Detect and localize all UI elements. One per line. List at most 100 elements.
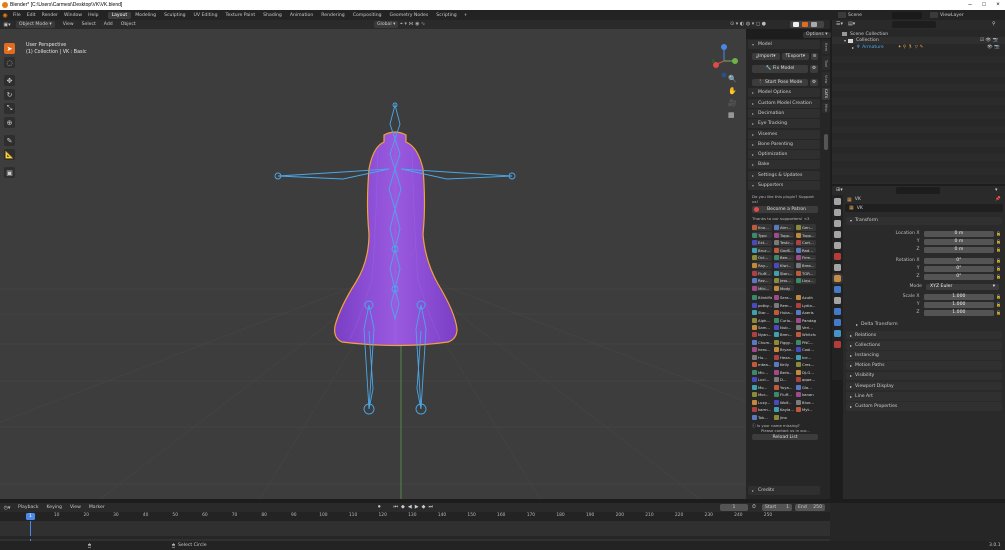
transform-header[interactable]: ▾ Transform: [846, 216, 1002, 226]
pan-hand-icon[interactable]: ✋: [728, 87, 737, 95]
supporter-button[interactable]: DJ-G...: [796, 369, 816, 375]
panel-bake[interactable]: ▸ Bake: [748, 160, 820, 170]
supporter-button[interactable]: Ext...: [752, 239, 772, 246]
workspace-tab-modeling[interactable]: Modeling: [131, 12, 160, 19]
timeline-type-icon[interactable]: ◷▾: [0, 505, 14, 511]
supporter-button[interactable]: kanan: [796, 392, 816, 398]
texture-tab-icon[interactable]: [834, 341, 841, 348]
sidebar-tab-cats[interactable]: CATS: [822, 88, 830, 100]
start-pose-button[interactable]: 🕴 Start Pose Mode: [752, 78, 809, 87]
lock-icon[interactable]: 🔓: [996, 239, 1002, 244]
add-workspace-icon[interactable]: +: [464, 13, 468, 18]
timeline-menu-keying[interactable]: Keying: [43, 505, 66, 510]
supporter-button[interactable]: Kayla...: [774, 407, 794, 413]
modifier-tab-icon[interactable]: [834, 286, 841, 293]
section-relations[interactable]: ▸ Relations: [846, 330, 1002, 340]
supporter-button[interactable]: Glo...: [796, 384, 816, 390]
supporter-button[interactable]: Fluff...: [774, 392, 794, 398]
section-viewport-display[interactable]: ▸ Viewport Display: [846, 381, 1002, 391]
properties-search-input[interactable]: [896, 187, 940, 194]
panel-visemes[interactable]: ▸ Visemes: [748, 129, 820, 139]
supporter-button[interactable]: Typo: [752, 231, 772, 239]
section-visibility[interactable]: ▸ Visibility: [846, 371, 1002, 381]
start-frame-field[interactable]: Start 1: [762, 504, 792, 511]
supporter-button[interactable]: Star...: [752, 309, 772, 316]
location-z-field[interactable]: 0 m: [923, 246, 995, 254]
supporters-panel-header[interactable]: ▾ Supporters: [748, 181, 820, 191]
solid-shading-icon[interactable]: [793, 22, 799, 27]
world-tab-icon[interactable]: [834, 253, 841, 260]
workspace-tab-texture-paint[interactable]: Texture Paint: [222, 12, 260, 19]
viewport-menu-view[interactable]: View: [59, 22, 78, 27]
supporter-button[interactable]: Mody: [774, 285, 794, 292]
outliner-search-input[interactable]: [892, 21, 936, 28]
section-motion-paths[interactable]: ▸ Motion Paths: [846, 361, 1002, 370]
tool-tab-icon[interactable]: [834, 198, 841, 205]
scene-search-input[interactable]: [892, 11, 922, 19]
outliner-funnel-icon[interactable]: ⚲: [992, 21, 996, 27]
playhead-frame-indicator[interactable]: 1: [26, 512, 35, 520]
viewport-menu-select[interactable]: Select: [78, 22, 100, 27]
panel-settings-updates[interactable]: ▸ Settings & Updates: [748, 170, 820, 180]
supporter-button[interactable]: Cart...: [796, 239, 816, 246]
scale-x-field[interactable]: 1.000: [923, 293, 995, 301]
model-menu-icon[interactable]: ≡: [811, 52, 819, 61]
viewport-menu-add[interactable]: Add: [100, 22, 117, 27]
section-collections[interactable]: ▸ Collections: [846, 341, 1002, 350]
close-icon[interactable]: ×: [991, 0, 1005, 10]
viewport-menu-object[interactable]: Object: [117, 22, 140, 27]
panel-optimization[interactable]: ▸ Optimization: [748, 150, 820, 160]
output-tab-icon[interactable]: [834, 220, 841, 227]
editor-type-icon[interactable]: ▣▾: [0, 22, 14, 28]
supporter-button[interactable]: Mo...: [752, 384, 772, 390]
supporter-button[interactable]: Rad...: [796, 247, 816, 254]
menu-file[interactable]: File: [10, 13, 24, 18]
constraints-tab-icon[interactable]: [834, 319, 841, 326]
supporter-button[interactable]: Kelly: [774, 362, 794, 368]
workspace-tab-animation[interactable]: Animation: [286, 12, 317, 19]
become-patron-button[interactable]: Become a Patron: [752, 206, 818, 214]
supporter-button[interactable]: Oct...: [752, 254, 772, 262]
clock-icon[interactable]: ⏱: [752, 504, 756, 510]
current-frame-field[interactable]: 1: [720, 504, 748, 511]
supporter-button[interactable]: Kno...: [752, 224, 772, 231]
panel-bone-parenting[interactable]: ▸ Bone Parenting: [748, 139, 820, 149]
supporter-button[interactable]: Whitcha: [796, 332, 816, 338]
supporter-button[interactable]: hero...: [752, 347, 772, 353]
outliner-filter-icon[interactable]: ▤▾: [848, 21, 855, 27]
scale-y-field[interactable]: 1.000: [923, 301, 995, 309]
collection-tab-icon[interactable]: [834, 264, 841, 271]
lock-icon[interactable]: 🔓: [996, 231, 1002, 236]
workspace-tab-rendering[interactable]: Rendering: [317, 12, 348, 19]
supporter-button[interactable]: Tok...: [752, 414, 772, 420]
supporter-button[interactable]: Veri...: [796, 324, 816, 330]
supporter-button[interactable]: Mor...: [752, 392, 772, 398]
supporter-button[interactable]: Firm...: [796, 254, 816, 262]
render-tab-icon[interactable]: [834, 209, 841, 216]
supporter-button[interactable]: Axeris: [796, 309, 816, 316]
camera-view-icon[interactable]: 🎥: [728, 99, 737, 107]
fix-model-button[interactable]: 🔧 Fix Model: [752, 65, 809, 73]
supporter-button[interactable]: Curio...: [774, 317, 794, 323]
supporter-button[interactable]: Luci...: [752, 377, 772, 383]
supporter-button[interactable]: Ray...: [752, 262, 772, 269]
supporter-button[interactable]: Sam...: [752, 324, 772, 330]
workspace-tab-sculpting[interactable]: Sculpting: [160, 12, 189, 19]
supporter-button[interactable]: Figgy...: [774, 339, 794, 345]
scene-tab-icon[interactable]: [834, 242, 841, 249]
supporter-button[interactable]: Hu...: [752, 354, 772, 360]
panel-model-options[interactable]: ▸ Model Options: [748, 88, 820, 98]
outliner-type-icon[interactable]: ☰▾: [836, 21, 843, 27]
timeline-track-area[interactable]: [0, 521, 830, 541]
supporter-button[interactable]: Ice...: [796, 354, 816, 360]
rotation-mode-dropdown[interactable]: XYZ Euler ▾: [926, 283, 999, 291]
lock-icon[interactable]: 🔓: [996, 274, 1002, 279]
supporter-button[interactable]: Azuth: [796, 294, 816, 301]
panel-decimation[interactable]: ▸ Decimation: [748, 108, 820, 118]
supporter-button[interactable]: Alph...: [752, 317, 772, 323]
lock-icon[interactable]: 🔓: [996, 258, 1002, 263]
fix-model-settings-icon[interactable]: ⚙: [810, 65, 818, 73]
next-key-icon[interactable]: ◆: [422, 504, 426, 510]
move-tool-icon[interactable]: ✥: [4, 75, 15, 86]
pin-icon[interactable]: 📌: [995, 197, 1001, 202]
